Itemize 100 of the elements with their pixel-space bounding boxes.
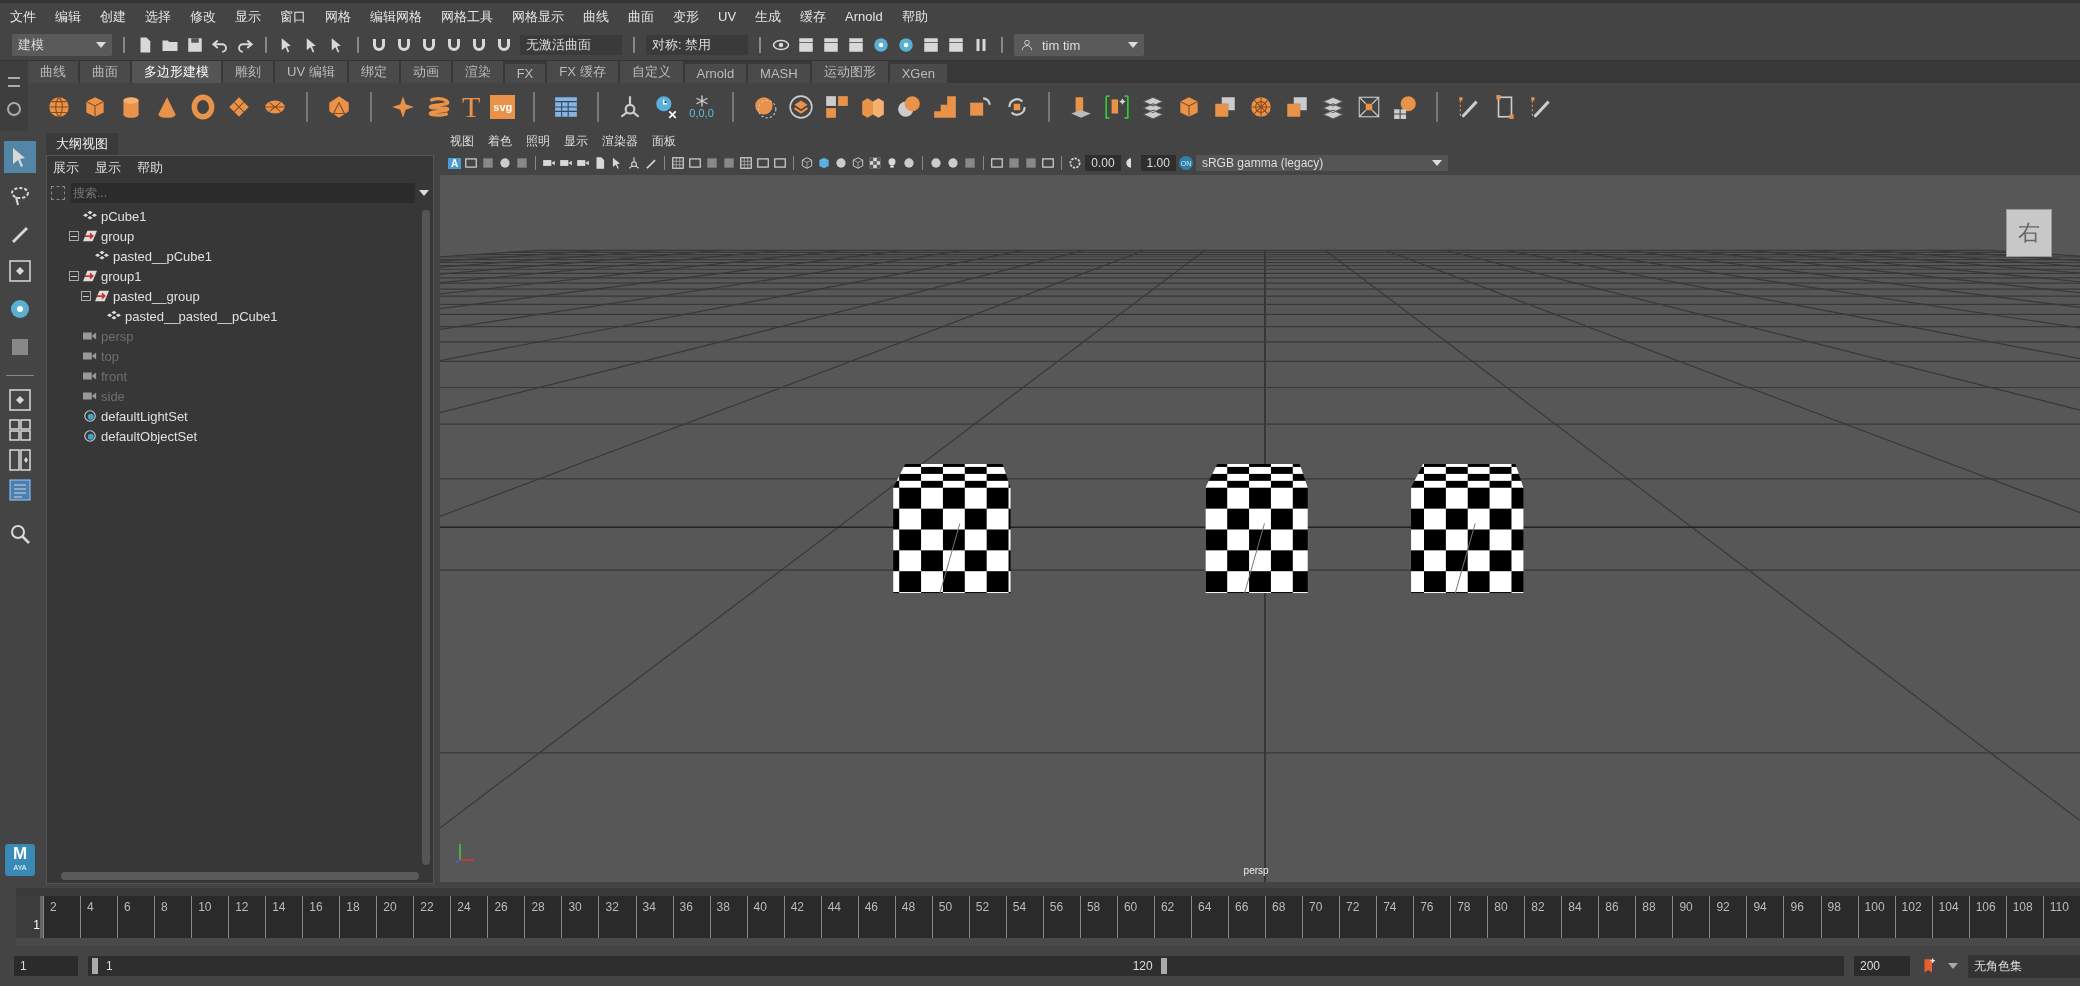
magnet-icon[interactable] <box>470 36 488 54</box>
wireframe-cube-icon[interactable] <box>851 156 866 170</box>
menu-item[interactable]: 生成 <box>755 7 782 26</box>
menu-item[interactable]: 编辑网格 <box>370 7 422 26</box>
checkered-cube-drawing[interactable] <box>893 463 1011 594</box>
overlapping-circles-icon[interactable] <box>895 94 922 120</box>
menu-item[interactable]: 选择 <box>145 7 171 26</box>
frame-icon[interactable] <box>756 156 771 170</box>
square-icon[interactable] <box>1007 156 1022 170</box>
vertical-scrollbar[interactable] <box>422 210 430 865</box>
grid-icon[interactable] <box>739 156 754 170</box>
bracketed-extrude-icon[interactable] <box>1103 94 1130 120</box>
select-tool[interactable] <box>4 141 36 173</box>
four-pane-layout-icon[interactable] <box>8 418 32 442</box>
squares-icon[interactable] <box>823 94 850 120</box>
magnet-icon[interactable] <box>420 36 438 54</box>
clapperboard-icon[interactable] <box>797 36 815 54</box>
range-end-handle[interactable] <box>1160 958 1167 974</box>
outliner-item[interactable]: defaultLightSet <box>101 408 188 424</box>
render-disc-icon[interactable] <box>872 36 890 54</box>
shelf-tab[interactable]: UV 编辑 <box>275 61 347 83</box>
menu-item[interactable]: Arnold <box>845 9 883 24</box>
menu-item[interactable]: 渲染器 <box>602 132 638 150</box>
shelf-tab[interactable]: 运动图形 <box>811 61 888 83</box>
menu-item[interactable]: 网格 <box>325 7 351 26</box>
helix-icon[interactable] <box>426 94 452 120</box>
menu-item[interactable]: 曲面 <box>628 7 654 26</box>
clapperboard-icon[interactable] <box>847 36 865 54</box>
outliner-item[interactable]: pasted__group <box>113 288 200 304</box>
color-space-dropdown[interactable]: sRGB gamma (legacy) <box>1195 155 1448 171</box>
character-set-dropdown[interactable]: 无角色集 <box>1968 954 2080 978</box>
menu-item[interactable]: 修改 <box>190 7 216 26</box>
checkered-cube-drawing[interactable] <box>1205 463 1308 594</box>
aperture-icon[interactable] <box>1068 156 1083 170</box>
outliner-item[interactable]: pCube1 <box>101 208 147 224</box>
clapperboard-icon[interactable] <box>947 36 965 54</box>
sphere-icon[interactable] <box>929 156 944 170</box>
menu-item[interactable]: 网格显示 <box>512 7 564 26</box>
menu-item[interactable]: 显示 <box>95 159 121 177</box>
exposure-field[interactable]: 0.00 <box>1085 155 1121 171</box>
square-icon[interactable] <box>1024 156 1039 170</box>
pivot-icon[interactable] <box>627 156 642 170</box>
menu-item[interactable]: 照明 <box>526 132 550 150</box>
torus-icon[interactable] <box>190 94 216 120</box>
viewport-scene[interactable]: 右 persp <box>440 175 2080 882</box>
sphere-icon[interactable] <box>834 156 849 170</box>
range-slider[interactable]: 1 120 <box>88 956 1844 976</box>
mode-dropdown[interactable]: 建模 <box>12 34 112 56</box>
shaded-cube-icon[interactable] <box>817 156 832 170</box>
outliner-item[interactable]: defaultObjectSet <box>101 428 198 444</box>
tile-grid-icon[interactable] <box>931 94 958 120</box>
symmetry-field[interactable]: 对称: 禁用 <box>646 35 748 55</box>
shelf-menu-icon[interactable] <box>8 76 20 87</box>
sphere-icon[interactable] <box>902 156 917 170</box>
menu-item[interactable]: 视图 <box>450 132 474 150</box>
magnet-icon[interactable] <box>370 36 388 54</box>
collapse-toggle[interactable] <box>69 231 79 241</box>
menu-item[interactable]: 编辑 <box>55 7 81 26</box>
checkered-cube-drawing[interactable] <box>1411 463 1524 594</box>
stacked-planes-icon[interactable] <box>1319 94 1346 120</box>
magnet-icon[interactable] <box>445 36 463 54</box>
polyhedron-icon[interactable] <box>326 94 352 120</box>
menu-item[interactable]: 窗口 <box>280 7 306 26</box>
collapse-toggle[interactable] <box>69 271 79 281</box>
shelf-tab[interactable]: 动画 <box>400 61 451 83</box>
outliner-layout-icon[interactable] <box>8 478 32 502</box>
menu-item[interactable]: 显示 <box>235 7 261 26</box>
square-icon[interactable] <box>705 156 720 170</box>
square-icon[interactable] <box>963 156 978 170</box>
frame-icon[interactable] <box>1041 156 1056 170</box>
shelf-tab[interactable]: FX 缓存 <box>547 61 618 83</box>
frame-icon[interactable] <box>773 156 788 170</box>
menu-item[interactable]: 网格工具 <box>441 7 493 26</box>
grid-icon[interactable] <box>671 156 686 170</box>
menu-item[interactable]: 变形 <box>673 7 699 26</box>
gamma-field[interactable]: 1.00 <box>1140 155 1176 171</box>
menu-item[interactable]: 帮助 <box>137 159 163 177</box>
filter-icon[interactable] <box>51 186 65 200</box>
shelf-tab[interactable]: 绑定 <box>348 61 399 83</box>
menu-item[interactable]: UV <box>718 9 737 24</box>
start-frame-field[interactable]: 1 <box>14 956 78 976</box>
shelf-tab[interactable]: 渲染 <box>452 61 503 83</box>
search-icon[interactable] <box>8 522 32 546</box>
frame-icon[interactable] <box>688 156 703 170</box>
square-icon[interactable] <box>515 156 530 170</box>
menu-item[interactable]: 文件 <box>10 7 36 26</box>
outliner-item[interactable]: pasted__pCube1 <box>113 248 213 264</box>
shelf-tab[interactable]: 曲面 <box>80 61 130 83</box>
outliner-item[interactable]: pasted__pasted__pCube1 <box>125 308 278 324</box>
shelf-tab[interactable]: FX <box>504 64 546 83</box>
sphere-icon[interactable] <box>498 156 513 170</box>
shelf-tab[interactable]: 自定义 <box>619 61 683 83</box>
menu-item[interactable]: 缓存 <box>800 7 827 26</box>
clapperboard-icon[interactable] <box>822 36 840 54</box>
single-pane-layout-icon[interactable] <box>8 388 32 412</box>
outliner-item[interactable]: group1 <box>101 268 142 284</box>
shelf-tab[interactable]: 多边形建模 <box>132 61 221 83</box>
menu-item[interactable]: 着色 <box>488 132 512 150</box>
settings-icon[interactable] <box>7 101 21 116</box>
render-disc-icon[interactable] <box>897 36 915 54</box>
